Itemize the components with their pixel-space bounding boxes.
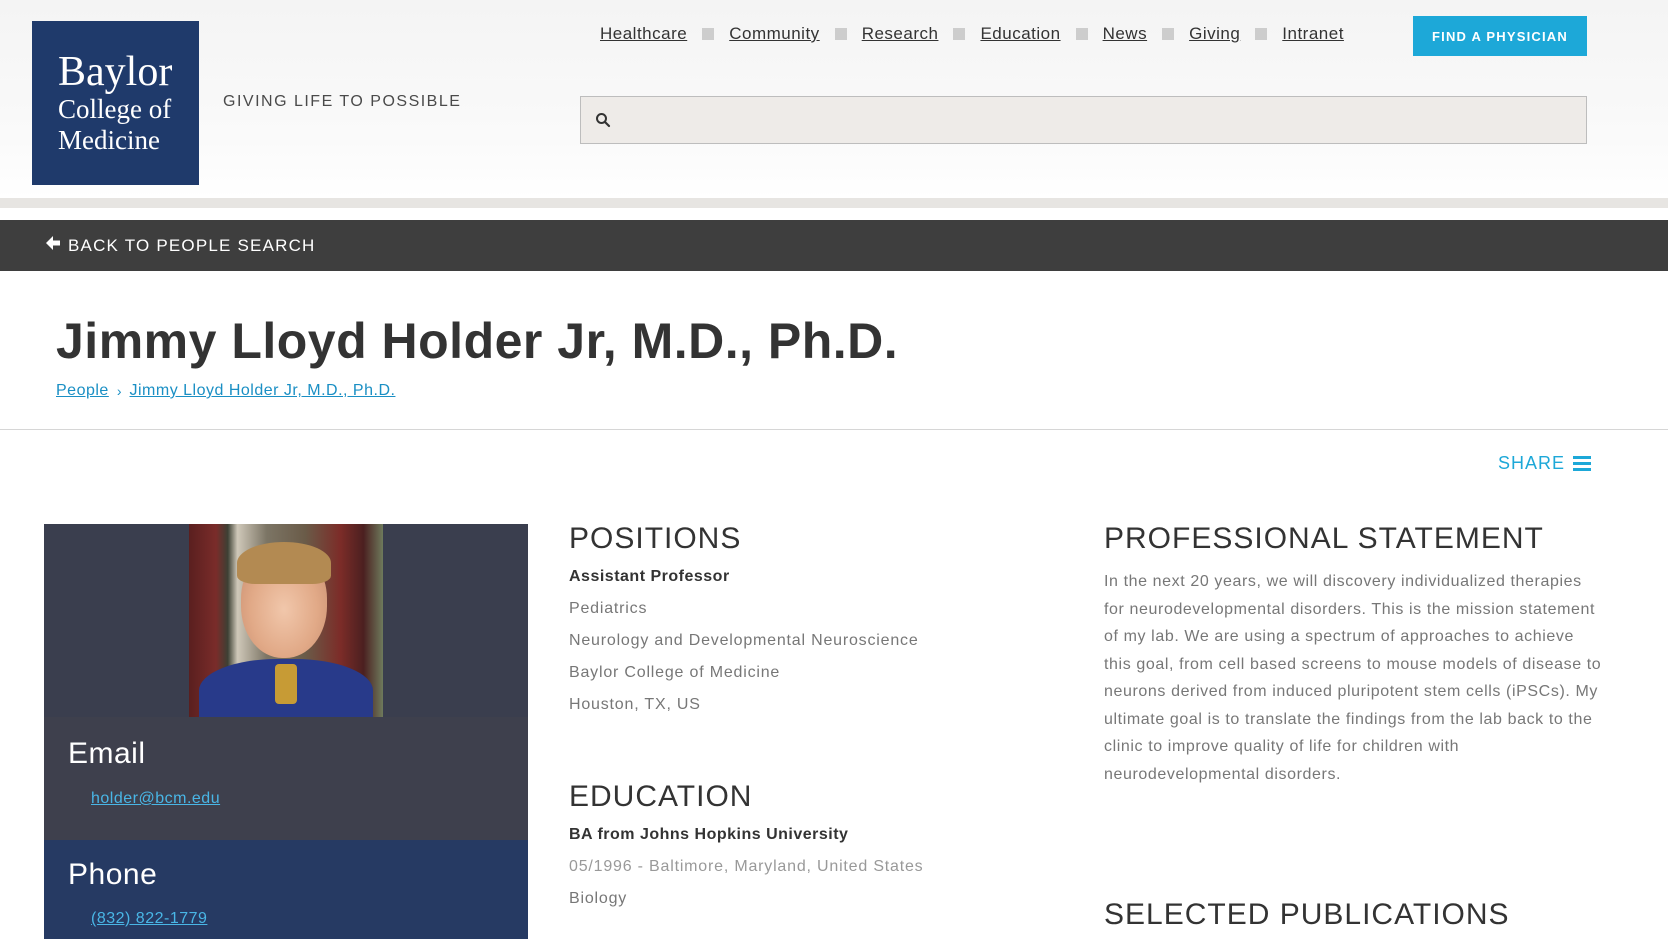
share-button[interactable]: SHARE <box>1498 453 1592 474</box>
position-title: Assistant Professor <box>569 568 730 585</box>
back-label: BACK TO PEOPLE SEARCH <box>68 235 316 255</box>
phone-label: Phone <box>68 858 158 891</box>
nav-giving[interactable]: Giving <box>1189 24 1240 44</box>
position-line: Houston, TX, US <box>569 696 701 713</box>
nav-intranet[interactable]: Intranet <box>1282 24 1344 44</box>
logo-line-1: Baylor <box>58 49 173 95</box>
selected-publications-heading: SELECTED PUBLICATIONS <box>1104 898 1510 931</box>
nav-news[interactable]: News <box>1103 24 1148 44</box>
back-bar: BACK TO PEOPLE SEARCH <box>0 220 1668 271</box>
search-input[interactable] <box>613 96 1586 144</box>
nav-research[interactable]: Research <box>862 24 939 44</box>
breadcrumb: People › Jimmy Lloyd Holder Jr, M.D., Ph… <box>56 382 395 400</box>
nav-separator <box>1162 28 1175 40</box>
education-date-place: 05/1996 - Baltimore, Maryland, United St… <box>569 858 924 875</box>
education-heading: EDUCATION <box>569 780 753 813</box>
top-nav: Healthcare Community Research Education … <box>600 24 1344 44</box>
profile-card: Email holder@bcm.edu Phone (832) 822-177… <box>44 524 528 939</box>
page-title: Jimmy Lloyd Holder Jr, M.D., Ph.D. <box>56 313 899 369</box>
email-label: Email <box>68 737 146 770</box>
education-field: Biology <box>569 890 628 907</box>
profile-photo <box>189 524 383 717</box>
photo-area <box>44 524 528 717</box>
back-to-people-search-link[interactable]: BACK TO PEOPLE SEARCH <box>44 234 316 257</box>
logo-line-3: Medicine <box>58 125 160 155</box>
nav-separator <box>1075 28 1088 40</box>
hamburger-icon <box>1573 456 1592 471</box>
search-icon[interactable] <box>595 111 613 129</box>
breadcrumb-current[interactable]: Jimmy Lloyd Holder Jr, M.D., Ph.D. <box>130 382 396 400</box>
email-link[interactable]: holder@bcm.edu <box>91 790 220 808</box>
phone-block: Phone (832) 822-1779 <box>44 840 528 939</box>
professional-statement-text: In the next 20 years, we will discovery … <box>1104 573 1602 783</box>
divider <box>0 429 1668 430</box>
positions-education-column: POSITIONS Assistant Professor Pediatrics… <box>569 522 989 908</box>
position-line: Neurology and Developmental Neuroscience <box>569 632 919 649</box>
find-physician-button[interactable]: FIND A PHYSICIAN <box>1413 16 1587 56</box>
logo-line-2: College of <box>58 94 172 124</box>
nav-healthcare[interactable]: Healthcare <box>600 24 687 44</box>
nav-community[interactable]: Community <box>729 24 819 44</box>
site-header: Baylor College of Medicine GIVING LIFE T… <box>0 0 1668 208</box>
education-degree: BA from Johns Hopkins University <box>569 826 849 843</box>
tagline: GIVING LIFE TO POSSIBLE <box>223 93 462 110</box>
position-line: Baylor College of Medicine <box>569 664 781 681</box>
search-bar <box>580 96 1587 144</box>
statement-column: PROFESSIONAL STATEMENT In the next 20 ye… <box>1104 522 1604 788</box>
positions-heading: POSITIONS <box>569 522 742 555</box>
position-line: Pediatrics <box>569 600 648 617</box>
breadcrumb-people[interactable]: People <box>56 382 109 400</box>
phone-link[interactable]: (832) 822-1779 <box>91 910 207 928</box>
arrow-left-icon <box>44 234 68 257</box>
chevron-right-icon: › <box>116 383 122 399</box>
email-block: Email holder@bcm.edu <box>44 717 528 840</box>
nav-separator <box>953 28 966 40</box>
nav-separator <box>702 28 715 40</box>
baylor-logo[interactable]: Baylor College of Medicine <box>32 21 199 185</box>
nav-separator <box>1255 28 1268 40</box>
professional-statement-heading: PROFESSIONAL STATEMENT <box>1104 522 1544 555</box>
nav-education[interactable]: Education <box>980 24 1060 44</box>
share-label: SHARE <box>1498 453 1566 473</box>
nav-separator <box>834 28 847 40</box>
